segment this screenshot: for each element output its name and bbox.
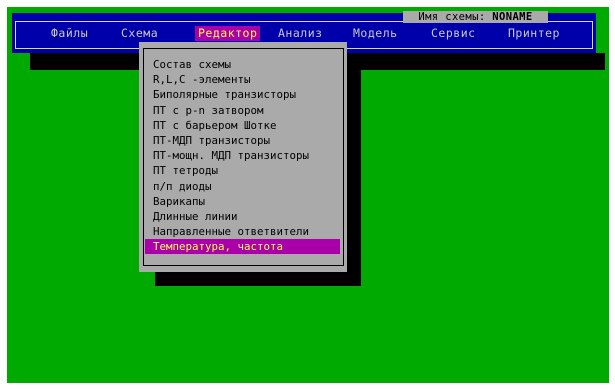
menu-service[interactable]: Сервис bbox=[428, 26, 479, 41]
menu-model[interactable]: Модель bbox=[350, 26, 401, 41]
menu-printer[interactable]: Принтер bbox=[505, 26, 563, 41]
menu-schema[interactable]: Схема bbox=[118, 26, 161, 41]
dropdown-item-rlc-elements[interactable]: R,L,C -элементы bbox=[139, 72, 347, 87]
menu-analysis[interactable]: Анализ bbox=[275, 26, 326, 41]
dropdown-item-schottky-fet[interactable]: ПТ с барьером Шотке bbox=[139, 118, 347, 133]
dropdown-item-mos-fet[interactable]: ПТ-МДП транзисторы bbox=[139, 133, 347, 148]
schema-name-indicator: Имя схемы: NONAME bbox=[403, 11, 548, 23]
dropdown-item-schema-composition[interactable]: Состав схемы bbox=[139, 57, 347, 72]
dropdown-item-fet-tetrodes[interactable]: ПТ тетроды bbox=[139, 163, 347, 178]
dropdown-item-power-mos-fet[interactable]: ПТ-мощн. МДП транзисторы bbox=[139, 148, 347, 163]
schema-name-label: Имя схемы: bbox=[418, 11, 486, 23]
dropdown-item-long-lines[interactable]: Длинные линии bbox=[139, 209, 347, 224]
dropdown-list: Состав схемы R,L,C -элементы Биполярные … bbox=[139, 57, 347, 255]
dropdown-item-varicaps[interactable]: Варикапы bbox=[139, 194, 347, 209]
dropdown-item-directional-couplers[interactable]: Направленные ответвители bbox=[139, 224, 347, 239]
schema-name-value: NONAME bbox=[492, 11, 533, 23]
dropdown-item-pn-gate-fet[interactable]: ПТ с p-n затвором bbox=[139, 103, 347, 118]
menu-files[interactable]: Файлы bbox=[48, 26, 91, 41]
editor-dropdown-menu: Состав схемы R,L,C -элементы Биполярные … bbox=[139, 42, 347, 272]
dropdown-item-semiconductor-diodes[interactable]: п/п диоды bbox=[139, 179, 347, 194]
menu-editor[interactable]: Редактор bbox=[195, 26, 261, 41]
dropdown-item-temperature-frequency[interactable]: Температура, частота bbox=[145, 239, 340, 255]
dropdown-item-bipolar-transistors[interactable]: Биполярные транзисторы bbox=[139, 87, 347, 102]
